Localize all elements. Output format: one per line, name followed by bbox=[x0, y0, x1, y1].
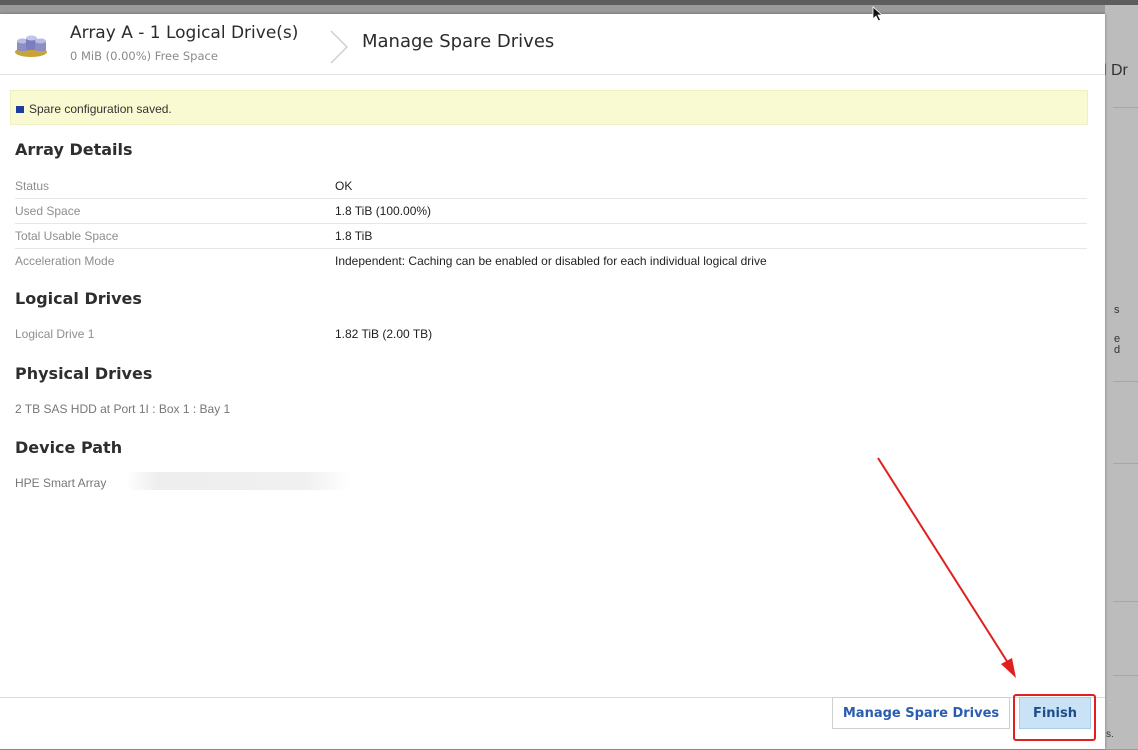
detail-value: 1.8 TiB (100.00%) bbox=[335, 204, 432, 218]
detail-value: OK bbox=[335, 179, 353, 193]
array-drives-icon bbox=[15, 35, 47, 57]
logical-drive-size: 1.82 TiB (2.00 TB) bbox=[335, 327, 433, 341]
background-text-fragment: s. bbox=[1106, 729, 1114, 740]
info-square-icon bbox=[16, 106, 24, 113]
detail-row-status: Status OK bbox=[15, 174, 1087, 199]
logical-drive-row: Logical Drive 1 1.82 TiB (2.00 TB) bbox=[15, 322, 1087, 346]
detail-row-total-usable-space: Total Usable Space 1.8 TiB bbox=[15, 224, 1087, 249]
manage-spare-drives-button[interactable]: Manage Spare Drives bbox=[832, 697, 1010, 729]
detail-row-used-space: Used Space 1.8 TiB (100.00%) bbox=[15, 199, 1087, 224]
array-free-space: 0 MiB (0.00%) Free Space bbox=[70, 49, 218, 63]
notice-text: Spare configuration saved. bbox=[29, 102, 172, 116]
section-title-physical-drives: Physical Drives bbox=[15, 364, 153, 383]
detail-label: Status bbox=[15, 179, 50, 193]
detail-label: Used Space bbox=[15, 204, 81, 218]
detail-label: Acceleration Mode bbox=[15, 254, 115, 268]
detail-value: Independent: Caching can be enabled or d… bbox=[335, 254, 767, 268]
manage-spare-drives-dialog: Array A - 1 Logical Drive(s) 0 MiB (0.00… bbox=[0, 14, 1105, 749]
page-title: Manage Spare Drives bbox=[362, 31, 555, 52]
logical-drive-label: Logical Drive 1 bbox=[15, 327, 95, 341]
physical-drive-item: 2 TB SAS HDD at Port 1I : Box 1 : Bay 1 bbox=[15, 402, 231, 416]
background-top-bar bbox=[0, 0, 1138, 5]
dialog-header: Array A - 1 Logical Drive(s) 0 MiB (0.00… bbox=[0, 14, 1105, 75]
success-notice: Spare configuration saved. bbox=[10, 90, 1088, 125]
redacted-device-path bbox=[125, 472, 350, 490]
detail-row-acceleration-mode: Acceleration Mode Independent: Caching c… bbox=[15, 249, 1087, 273]
background-heading-fragment: l Dr bbox=[1103, 62, 1128, 79]
mouse-cursor-icon bbox=[872, 6, 884, 22]
finish-highlight-box bbox=[1013, 694, 1096, 741]
breadcrumb-chevron-icon bbox=[330, 30, 349, 64]
section-title-logical-drives: Logical Drives bbox=[15, 289, 142, 308]
background-text-fragment: s bbox=[1114, 304, 1120, 316]
background-divider bbox=[1113, 675, 1138, 676]
array-title: Array A - 1 Logical Drive(s) bbox=[70, 23, 299, 43]
background-divider bbox=[1113, 381, 1138, 382]
detail-value: 1.8 TiB bbox=[335, 229, 373, 243]
background-text-fragment: d bbox=[1114, 344, 1121, 356]
section-title-device-path: Device Path bbox=[15, 438, 123, 457]
background-page bbox=[1105, 5, 1138, 749]
background-divider bbox=[1113, 107, 1138, 108]
detail-label: Total Usable Space bbox=[15, 229, 119, 243]
background-divider bbox=[1113, 463, 1138, 464]
section-title-array-details: Array Details bbox=[15, 140, 133, 159]
background-divider bbox=[1113, 601, 1138, 602]
device-path-value: HPE Smart Array bbox=[15, 476, 107, 490]
